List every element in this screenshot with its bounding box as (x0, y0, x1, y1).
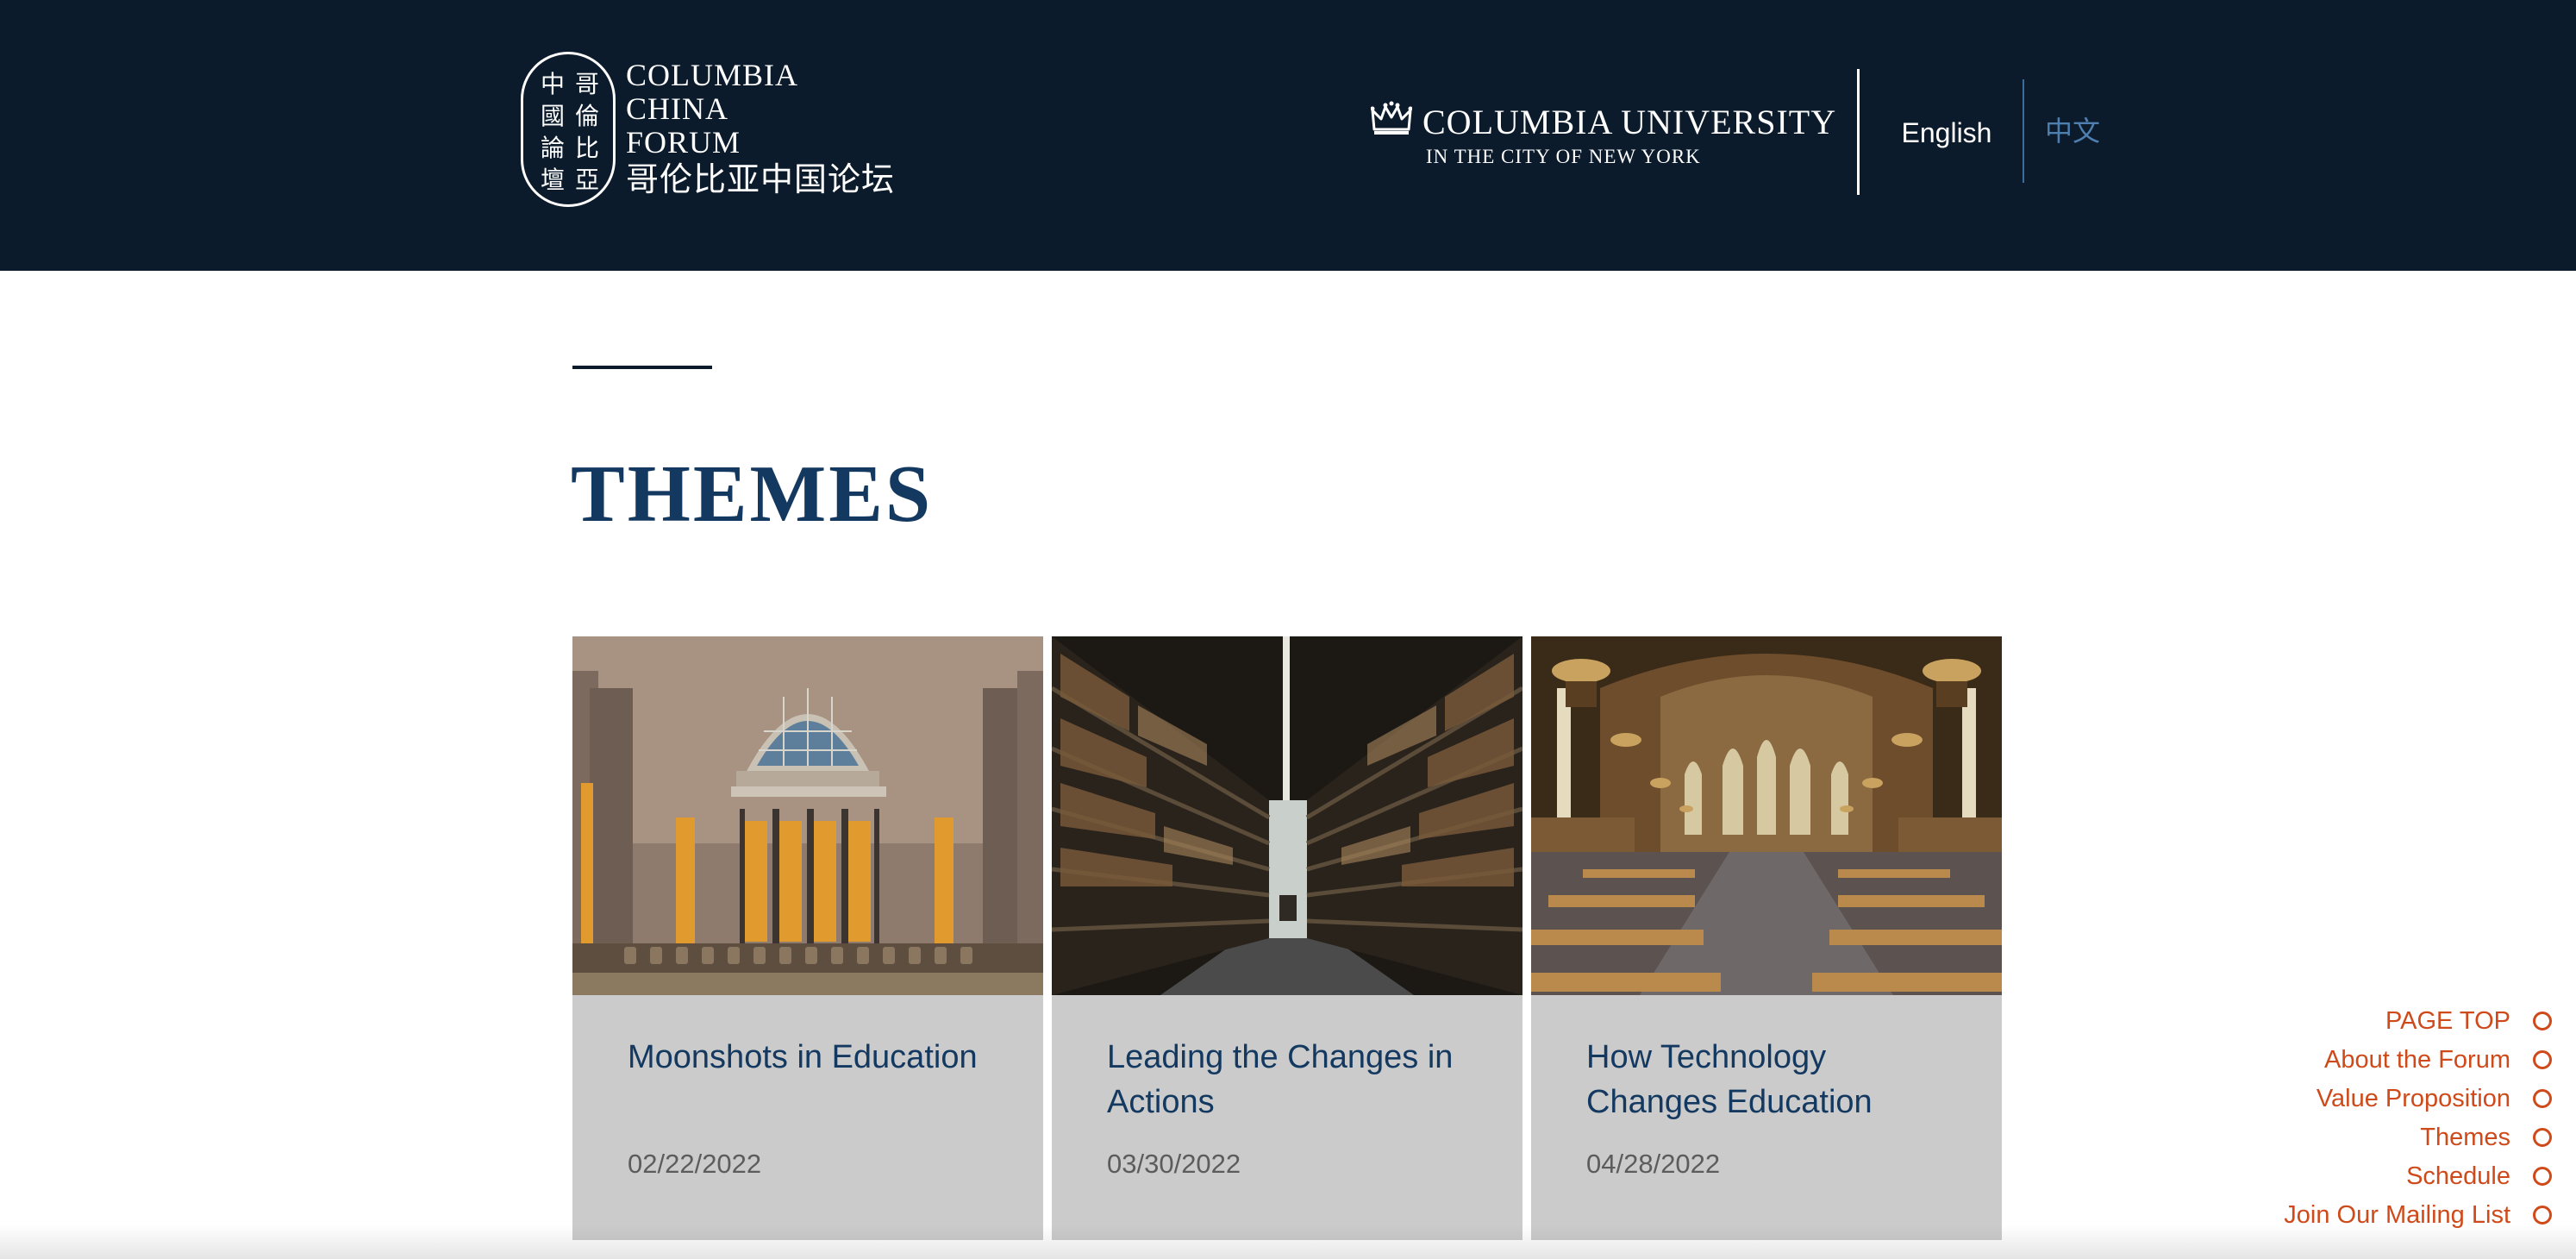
section-title: THEMES (571, 449, 934, 539)
themes-card-list: Moonshots in Education 02/22/2022 Leadin… (572, 636, 2004, 1240)
header-divider (1857, 69, 1860, 195)
theme-card-title: How Technology Changes Education (1586, 1039, 1873, 1120)
seal-char: 比 (574, 134, 599, 162)
seal-char: 壇 (540, 166, 565, 194)
seal-logo-icon: 哥 倫 比 亞 中 國 論 壇 (521, 52, 616, 207)
theme-card[interactable]: Leading the Changes in Actions 03/30/202… (1052, 636, 1522, 1240)
circle-icon (2533, 1128, 2552, 1147)
side-nav-label: About the Forum (2324, 1046, 2510, 1074)
theme-card-title: Moonshots in Education (628, 1039, 978, 1075)
site-header: 哥 倫 比 亞 中 國 論 壇 COLUMBIA CHINA FORUM 哥伦比… (0, 0, 2576, 271)
forum-name-line: COLUMBIA (626, 58, 799, 92)
seal-characters: 哥 倫 比 亞 中 國 論 壇 (535, 68, 604, 196)
circle-icon (2533, 1206, 2552, 1225)
circle-icon (2533, 1089, 2552, 1108)
university-name: COLUMBIA UNIVERSITY (1422, 103, 1837, 141)
side-nav-label: PAGE TOP (2385, 1007, 2510, 1035)
circle-icon (2533, 1050, 2552, 1069)
crown-icon (1371, 101, 1412, 135)
side-nav-item-page-top[interactable]: PAGE TOP (2385, 1004, 2552, 1038)
library-stacks-photo (1052, 636, 1522, 995)
theme-card-date: 03/30/2022 (1107, 1149, 1241, 1179)
seal-char: 論 (540, 134, 565, 162)
side-nav-item-about[interactable]: About the Forum (2324, 1043, 2552, 1077)
reading-room-illustration (1531, 636, 2002, 995)
side-nav-label: Schedule (2406, 1162, 2510, 1190)
theme-card-title: Leading the Changes in Actions (1107, 1039, 1454, 1120)
side-nav-item-themes[interactable]: Themes (2420, 1120, 2552, 1155)
side-nav-label: Value Proposition (2316, 1085, 2510, 1112)
columbia-university-logo[interactable]: COLUMBIA UNIVERSITY IN THE CITY OF NEW Y… (1369, 100, 1835, 178)
window-bottom-shadow (0, 1225, 2576, 1259)
library-hall-photo (572, 636, 1043, 995)
library-stacks-illustration (1052, 636, 1522, 995)
seal-char: 國 (540, 102, 565, 130)
seal-char: 倫 (574, 102, 599, 130)
reading-room-photo (1531, 636, 2002, 995)
section-rule (572, 366, 712, 369)
theme-card[interactable]: Moonshots in Education 02/22/2022 (572, 636, 1043, 1240)
side-nav-item-value-proposition[interactable]: Value Proposition (2317, 1081, 2552, 1116)
forum-name: COLUMBIA CHINA FORUM (626, 59, 798, 160)
language-chinese-link[interactable]: 中文 (2045, 112, 2105, 150)
language-divider (2023, 79, 2024, 183)
circle-icon (2533, 1167, 2552, 1186)
seal-char: 哥 (574, 70, 599, 98)
university-subtitle: IN THE CITY OF NEW YORK (1426, 146, 1701, 167)
section-side-nav: PAGE TOP About the Forum Value Propositi… (2207, 1004, 2552, 1237)
forum-name-line: CHINA (626, 91, 728, 126)
library-hall-illustration (572, 636, 1043, 995)
side-nav-label: Themes (2420, 1124, 2510, 1151)
theme-card-date: 04/28/2022 (1586, 1149, 1721, 1179)
seal-char: 亞 (574, 166, 599, 194)
seal-char: 中 (540, 70, 565, 98)
columbia-china-forum-logo[interactable]: 哥 倫 比 亞 中 國 論 壇 COLUMBIA CHINA FORUM 哥伦比… (521, 52, 900, 209)
side-nav-item-schedule[interactable]: Schedule (2406, 1159, 2552, 1193)
theme-card-date: 02/22/2022 (628, 1149, 762, 1179)
forum-name-line: FORUM (626, 125, 741, 160)
forum-name-chinese: 哥伦比亚中国论坛 (626, 160, 896, 198)
language-english-link[interactable]: English (1881, 114, 2012, 152)
circle-icon (2533, 1012, 2552, 1030)
theme-card[interactable]: How Technology Changes Education 04/28/2… (1531, 636, 2002, 1240)
